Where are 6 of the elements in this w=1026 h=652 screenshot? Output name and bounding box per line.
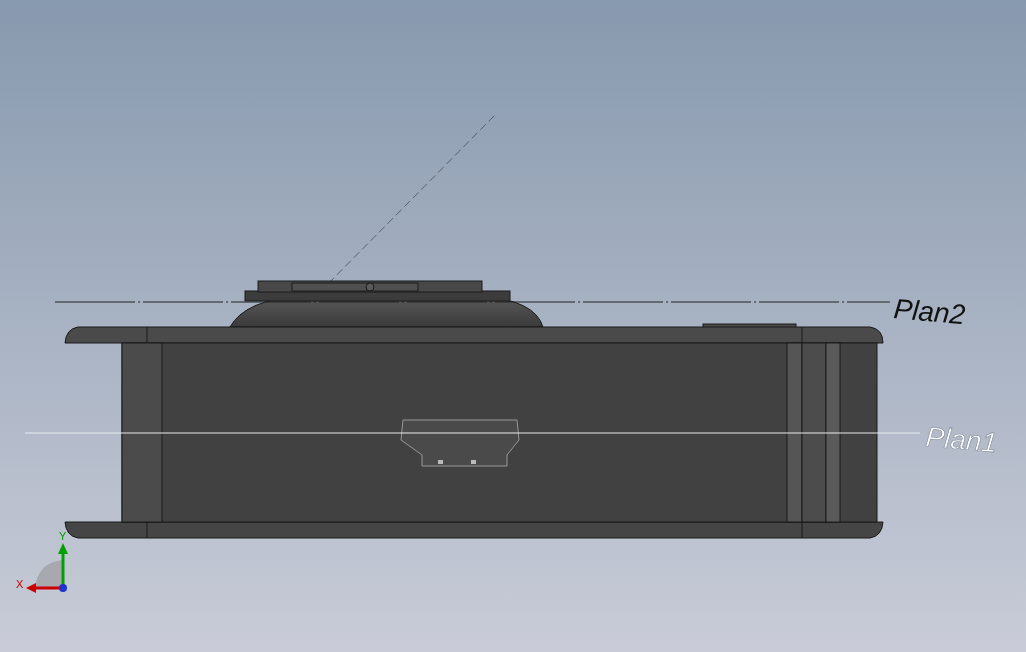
origin-icon [59, 584, 67, 592]
triad-base-icon [35, 560, 63, 588]
plane-label[interactable]: Plan2 [892, 293, 967, 331]
axis-label: X [16, 578, 24, 590]
enclosure-model-drawing[interactable] [64, 280, 884, 539]
axis-label: Y [59, 530, 67, 542]
